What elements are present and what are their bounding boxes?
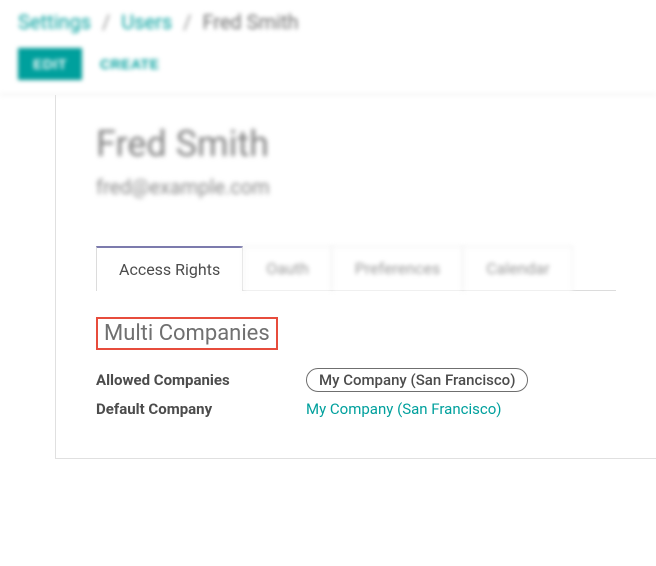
section-title: Multi Companies bbox=[98, 319, 276, 348]
user-name: Fred Smith bbox=[96, 123, 616, 165]
tab-preferences[interactable]: Preferences bbox=[332, 246, 463, 291]
create-button[interactable]: CREATE bbox=[100, 56, 160, 72]
tab-oauth[interactable]: Oauth bbox=[243, 246, 332, 291]
default-company-label: Default Company bbox=[96, 400, 306, 418]
tab-calendar[interactable]: Calendar bbox=[463, 246, 572, 291]
user-email: fred@example.com bbox=[96, 175, 616, 199]
tabs: Access Rights Oauth Preferences Calendar bbox=[96, 245, 616, 291]
breadcrumb-link-users[interactable]: Users bbox=[121, 10, 172, 34]
action-bar: EDIT CREATE bbox=[18, 48, 638, 80]
breadcrumb: Settings / Users / Fred Smith bbox=[18, 10, 638, 34]
content: Fred Smith fred@example.com Access Right… bbox=[0, 95, 656, 459]
highlight-box: Multi Companies bbox=[96, 317, 278, 350]
allowed-companies-label: Allowed Companies bbox=[96, 371, 306, 389]
topbar: Settings / Users / Fred Smith EDIT CREAT… bbox=[0, 0, 656, 95]
field-allowed-companies: Allowed Companies My Company (San Franci… bbox=[96, 368, 616, 392]
breadcrumb-current: Fred Smith bbox=[202, 10, 298, 34]
allowed-company-tag[interactable]: My Company (San Francisco) bbox=[306, 368, 528, 392]
form-sheet: Fred Smith fred@example.com Access Right… bbox=[55, 95, 656, 459]
breadcrumb-sep: / bbox=[102, 10, 110, 34]
breadcrumb-link-settings[interactable]: Settings bbox=[18, 10, 91, 34]
breadcrumb-sep: / bbox=[183, 10, 191, 34]
field-default-company: Default Company My Company (San Francisc… bbox=[96, 400, 616, 418]
tab-access-rights[interactable]: Access Rights bbox=[96, 246, 243, 291]
default-company-link[interactable]: My Company (San Francisco) bbox=[306, 400, 501, 418]
edit-button[interactable]: EDIT bbox=[18, 48, 82, 80]
section-multi-companies: Multi Companies Allowed Companies My Com… bbox=[96, 317, 616, 418]
